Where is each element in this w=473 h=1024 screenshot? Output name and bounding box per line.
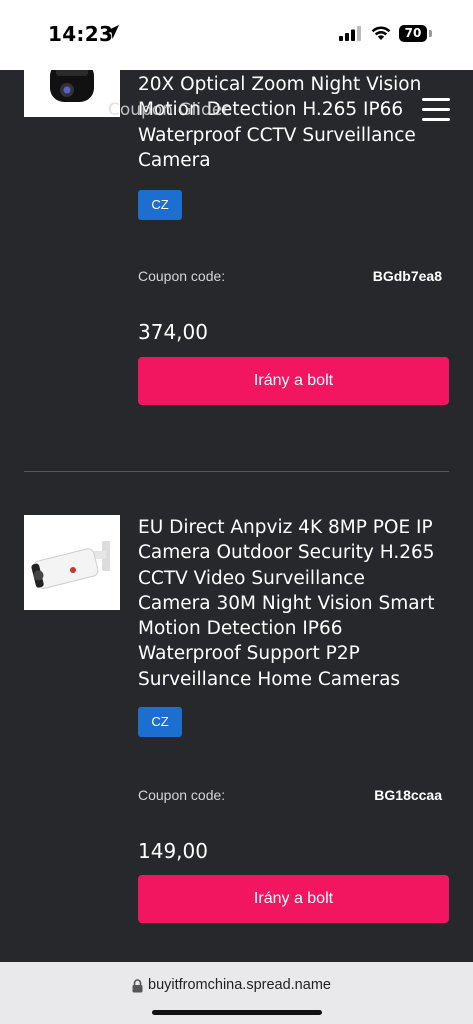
bullet-camera-icon — [31, 541, 110, 589]
ptz-camera-icon — [50, 70, 94, 102]
coupon-label: Coupon code: — [138, 787, 226, 803]
menu-icon[interactable] — [422, 98, 450, 122]
page-content[interactable]: 20X Optical Zoom Night Vision Motion Det… — [0, 70, 473, 962]
product-divider — [24, 471, 449, 472]
country-badge: CZ — [138, 190, 182, 220]
status-bar: 14:23 70 — [0, 0, 473, 70]
lock-icon — [132, 979, 143, 993]
wifi-icon — [371, 26, 391, 40]
cellular-signal-icon — [339, 26, 361, 41]
battery-indicator: 70 — [399, 25, 427, 42]
url-text[interactable]: buyitfromchina.spread.name — [148, 977, 331, 993]
go-to-store-button[interactable]: Irány a bolt — [138, 875, 449, 923]
product-price: 374,00 — [138, 320, 208, 344]
product-title[interactable]: 20X Optical Zoom Night Vision Motion Det… — [138, 72, 438, 173]
location-arrow-icon — [105, 25, 119, 39]
browser-address-bar[interactable]: buyitfromchina.spread.name — [0, 962, 473, 1024]
coupon-code[interactable]: BGdb7ea8 — [373, 268, 442, 284]
go-to-store-button[interactable]: Irány a bolt — [138, 357, 449, 405]
coupon-code[interactable]: BG18ccaa — [374, 787, 442, 803]
product-title[interactable]: EU Direct Anpviz 4K 8MP POE IP Camera Ou… — [138, 515, 438, 692]
home-indicator[interactable] — [152, 1010, 322, 1015]
product-price: 149,00 — [138, 839, 208, 863]
site-logo-text[interactable]: Coupon Glider — [108, 100, 229, 120]
coupon-label: Coupon code: — [138, 268, 226, 284]
product-image[interactable] — [24, 515, 120, 610]
battery-tip — [429, 30, 432, 37]
product-image[interactable] — [24, 70, 120, 117]
country-badge: CZ — [138, 707, 182, 737]
